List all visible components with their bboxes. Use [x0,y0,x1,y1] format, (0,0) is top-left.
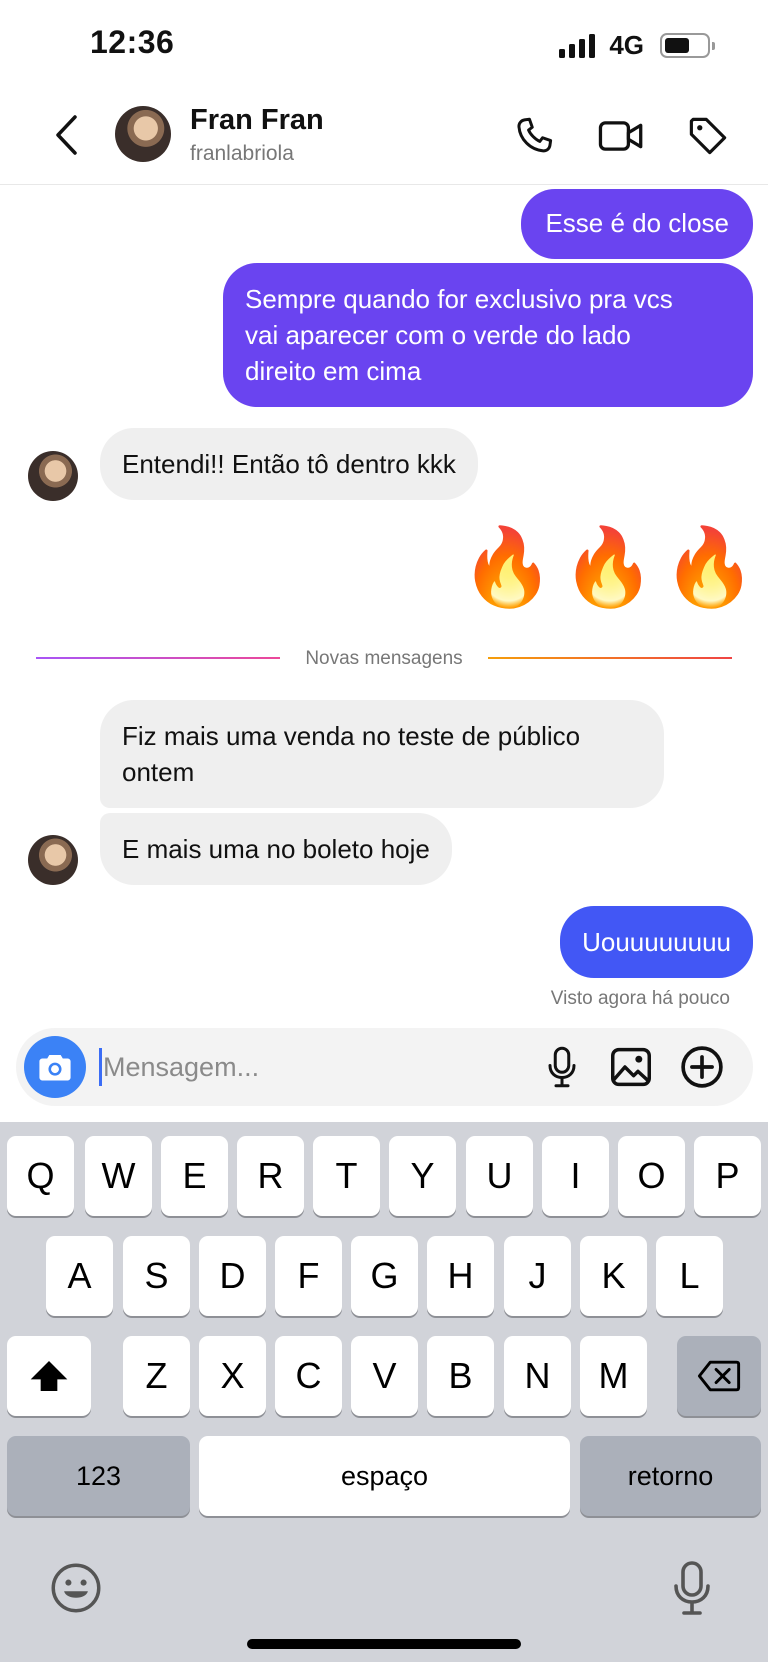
dictation-button[interactable] [672,1560,712,1616]
contact-avatar[interactable] [115,106,171,162]
key-f[interactable]: F [275,1236,342,1316]
camera-button[interactable] [24,1036,86,1098]
message-text-line: Fiz mais uma venda no teste de público [122,721,581,751]
text-cursor [99,1048,102,1086]
video-call-button[interactable] [597,112,645,160]
key-q[interactable]: Q [7,1136,74,1216]
contact-name[interactable]: Fran Fran [190,104,324,137]
battery-icon [660,33,715,58]
key-h[interactable]: H [427,1236,494,1316]
key-g[interactable]: G [351,1236,418,1316]
fire-emoji[interactable]: 🔥 [460,530,555,606]
back-button[interactable] [44,110,88,160]
key-s[interactable]: S [123,1236,190,1316]
key-c[interactable]: C [275,1336,342,1416]
cellular-signal-icon [559,33,596,58]
message-composer [16,1028,753,1106]
chat-header: Fran Fran franlabriola [0,90,768,185]
key-x[interactable]: X [199,1336,266,1416]
outgoing-message[interactable]: Esse é do close [521,189,753,259]
outgoing-message[interactable]: Uouuuuuuuu [560,906,753,978]
voice-call-button[interactable] [510,112,558,160]
key-b[interactable]: B [427,1336,494,1416]
fire-emoji[interactable]: 🔥 [662,530,757,606]
microphone-icon [548,1046,576,1088]
phone-icon [517,117,553,153]
numbers-key[interactable]: 123 [7,1436,190,1516]
voice-message-button[interactable] [540,1045,584,1089]
backspace-key[interactable] [677,1336,761,1416]
key-u[interactable]: U [466,1136,533,1216]
key-k[interactable]: K [580,1236,647,1316]
key-j[interactable]: J [504,1236,571,1316]
space-key[interactable]: espaço [199,1436,570,1516]
message-text-line: direito em cima [245,356,422,386]
message-text: E mais uma no boleto hoje [122,834,430,864]
emoji-face-icon [51,1563,101,1613]
message-text: Uouuuuuuuu [582,927,731,957]
key-n[interactable]: N [504,1336,571,1416]
more-options-button[interactable] [680,1045,724,1089]
shift-key[interactable] [7,1336,91,1416]
backspace-icon [697,1360,741,1392]
key-o[interactable]: O [618,1136,685,1216]
image-icon [611,1047,651,1087]
emoji-button[interactable] [50,1562,102,1614]
divider-line-right [488,657,732,659]
chevron-left-icon [56,115,77,155]
plus-circle-icon [681,1046,723,1088]
shift-arrow-icon [30,1361,68,1391]
tag-button[interactable] [684,112,732,160]
divider-line-left [36,657,280,659]
video-camera-icon [598,121,643,151]
return-key[interactable]: retorno [580,1436,761,1516]
incoming-message[interactable]: Fiz mais uma venda no teste de público o… [100,700,664,808]
key-d[interactable]: D [199,1236,266,1316]
status-bar: 12:36 4G [0,0,768,90]
fire-emoji[interactable]: 🔥 [561,530,656,606]
key-z[interactable]: Z [123,1336,190,1416]
key-y[interactable]: Y [389,1136,456,1216]
sender-avatar[interactable] [28,835,78,885]
sender-avatar[interactable] [28,451,78,501]
key-t[interactable]: T [313,1136,380,1216]
status-indicators: 4G [559,30,715,61]
key-e[interactable]: E [161,1136,228,1216]
key-l[interactable]: L [656,1236,723,1316]
microphone-icon [674,1561,710,1615]
message-text-line: ontem [122,757,195,787]
seen-status: Visto agora há pouco [550,988,730,1009]
message-text-line: vai aparecer com o verde do lado [245,320,631,350]
new-messages-label: Novas mensagens [305,648,463,669]
outgoing-message[interactable]: Sempre quando for exclusivo pra vcs vai … [223,263,753,407]
home-indicator [247,1639,521,1649]
gallery-button[interactable] [609,1045,653,1089]
incoming-message[interactable]: Entendi!! Então tô dentro kkk [100,428,478,500]
message-text: Entendi!! Então tô dentro kkk [122,449,456,479]
key-m[interactable]: M [580,1336,647,1416]
key-w[interactable]: W [85,1136,152,1216]
message-input[interactable] [103,1042,423,1092]
status-time: 12:36 [90,24,175,60]
message-text: Esse é do close [545,208,729,238]
key-a[interactable]: A [46,1236,113,1316]
network-type: 4G [609,30,644,60]
key-r[interactable]: R [237,1136,304,1216]
key-p[interactable]: P [694,1136,761,1216]
message-text-line: Sempre quando for exclusivo pra vcs [245,284,673,314]
camera-icon [39,1054,71,1081]
key-i[interactable]: I [542,1136,609,1216]
contact-handle[interactable]: franlabriola [190,142,294,166]
incoming-message[interactable]: E mais uma no boleto hoje [100,813,452,885]
key-v[interactable]: V [351,1336,418,1416]
tag-icon [689,117,727,155]
keyboard: Q W E R T Y U I O P A S D F G H J K L Z … [0,1122,768,1662]
